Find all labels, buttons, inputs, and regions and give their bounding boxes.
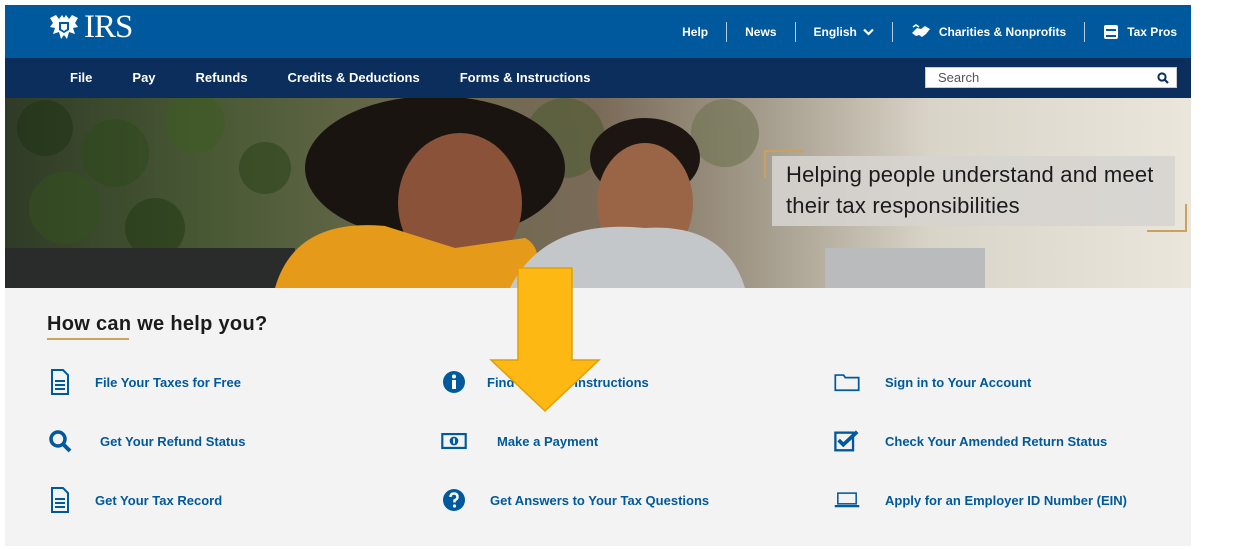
question-circle-icon — [441, 487, 467, 513]
link-file-taxes-free[interactable]: File Your Taxes for Free — [47, 369, 241, 395]
nav-refunds[interactable]: Refunds — [196, 70, 248, 85]
search-icon — [1157, 71, 1169, 84]
title-underline — [47, 338, 129, 340]
main-nav-bar: File Pay Refunds Credits & Deductions Fo… — [5, 58, 1191, 98]
language-selector[interactable]: English — [814, 25, 874, 39]
hero-tagline: Helping people understand and meet their… — [772, 156, 1175, 226]
handshake-icon — [911, 23, 930, 37]
link-label: Sign in to Your Account — [885, 374, 1032, 390]
document-icon — [47, 487, 73, 513]
utility-links: Help News English Charities & Nonprofits… — [682, 5, 1177, 58]
help-link[interactable]: Help — [682, 25, 708, 39]
main-nav: File Pay Refunds Credits & Deductions Fo… — [55, 58, 630, 96]
nav-file[interactable]: File — [70, 70, 92, 85]
search-box — [925, 67, 1177, 88]
tax-pros-label: Tax Pros — [1127, 24, 1177, 39]
language-label: English — [813, 24, 857, 39]
tagline-corner-top-left — [764, 150, 804, 178]
link-label: Get Answers to Your Tax Questions — [490, 492, 710, 508]
nav-pay[interactable]: Pay — [132, 70, 155, 85]
logo-wordmark: IRS — [84, 9, 133, 45]
link-tax-questions[interactable]: Get Answers to Your Tax Questions — [441, 487, 709, 513]
divider — [726, 21, 728, 42]
link-label: Apply for an Employer ID Number (EIN) — [885, 492, 1127, 508]
link-tax-record[interactable]: Get Your Tax Record — [47, 487, 222, 513]
info-circle-icon — [441, 369, 467, 395]
search-input[interactable] — [926, 68, 1150, 87]
link-label: Get Your Refund Status — [100, 433, 246, 449]
link-amended-return[interactable]: Check Your Amended Return Status — [834, 428, 1107, 454]
money-bill-icon — [441, 428, 467, 454]
book-icon — [1104, 24, 1119, 39]
hero-banner: Helping people understand and meet their… — [5, 98, 1191, 288]
divider — [891, 21, 893, 42]
folder-icon — [834, 369, 860, 395]
tax-pros-link[interactable]: Tax Pros — [1103, 24, 1177, 40]
irs-logo[interactable]: IRS — [47, 9, 133, 45]
search-icon — [47, 428, 73, 454]
annotation-arrow-down-icon — [489, 267, 601, 413]
divider — [794, 21, 796, 42]
tagline-corner-bottom-right — [1147, 204, 1187, 232]
eagle-logo-icon — [50, 15, 78, 39]
charities-link[interactable]: Charities & Nonprofits — [911, 23, 1067, 40]
link-make-payment[interactable]: Make a Payment — [441, 428, 598, 454]
link-label: Check Your Amended Return Status — [885, 433, 1108, 449]
link-label: Get Your Tax Record — [95, 492, 223, 508]
laptop-icon — [834, 487, 860, 513]
chevron-down-icon — [863, 28, 874, 36]
checkbox-icon — [834, 428, 860, 454]
link-label: Make a Payment — [497, 433, 599, 449]
news-link[interactable]: News — [745, 25, 776, 39]
search-button[interactable] — [1150, 68, 1176, 87]
nav-credits-deductions[interactable]: Credits & Deductions — [288, 70, 420, 85]
link-refund-status[interactable]: Get Your Refund Status — [47, 428, 245, 454]
top-utility-bar: IRS Help News English Charities & Nonpro… — [5, 5, 1191, 58]
link-sign-in-account[interactable]: Sign in to Your Account — [834, 369, 1031, 395]
nav-forms-instructions[interactable]: Forms & Instructions — [460, 70, 591, 85]
charities-label: Charities & Nonprofits — [938, 24, 1067, 39]
link-label: File Your Taxes for Free — [95, 374, 241, 390]
document-icon — [47, 369, 73, 395]
link-employer-id[interactable]: Apply for an Employer ID Number (EIN) — [834, 487, 1127, 513]
divider — [1084, 21, 1086, 42]
help-section-title: How can we help you? — [47, 313, 268, 335]
